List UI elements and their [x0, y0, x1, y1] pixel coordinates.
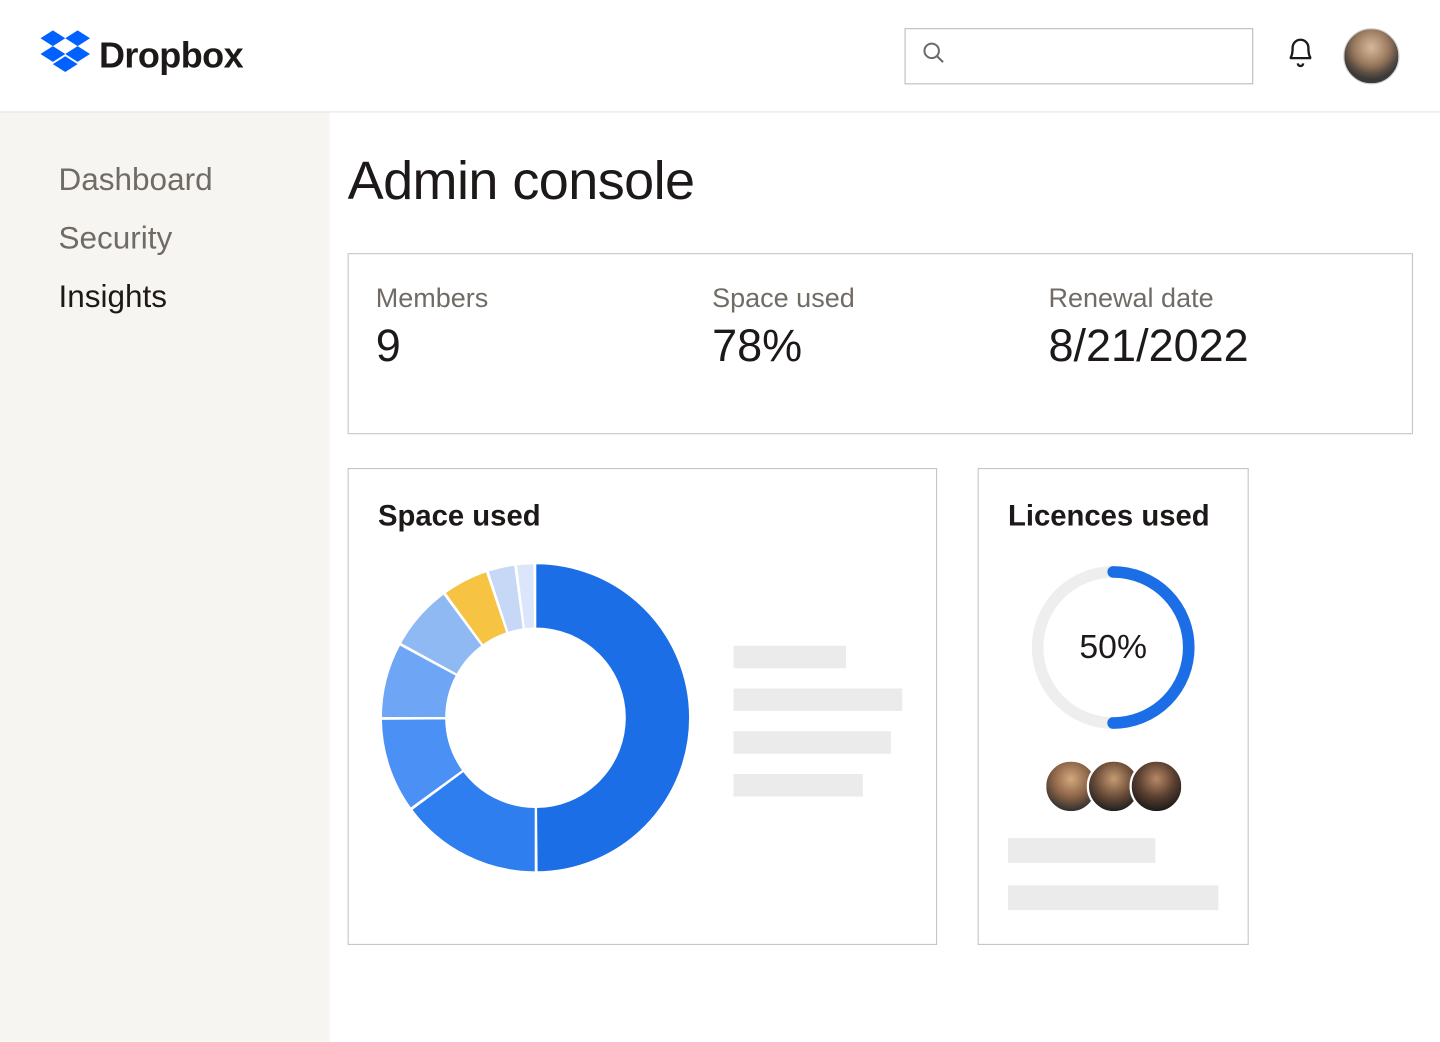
stat-value: 78%	[712, 322, 1048, 373]
main-content: Admin console Members 9 Space used 78% R…	[330, 113, 1440, 1042]
page-title: Admin console	[348, 151, 1413, 213]
space-used-legend-placeholder	[734, 645, 910, 796]
search-box[interactable]	[905, 28, 1254, 84]
sidebar: Dashboard Security Insights	[0, 113, 330, 1042]
stat-label: Renewal date	[1049, 284, 1385, 316]
stat-label: Members	[376, 284, 712, 316]
licences-placeholder	[1008, 838, 1218, 910]
stat-value: 8/21/2022	[1049, 322, 1385, 373]
card-title: Licences used	[1008, 498, 1210, 533]
licences-used-card: Licences used 50%	[978, 468, 1249, 945]
licences-donut-chart: 50%	[1026, 560, 1200, 734]
licence-member-avatars	[1043, 759, 1183, 813]
account-avatar[interactable]	[1343, 28, 1399, 84]
member-avatar[interactable]	[1129, 759, 1183, 813]
summary-stats: Members 9 Space used 78% Renewal date 8/…	[348, 253, 1413, 434]
space-used-donut-chart	[378, 560, 693, 881]
placeholder-bar	[734, 731, 892, 754]
sidebar-item-label: Security	[59, 221, 173, 256]
sidebar-item-label: Dashboard	[59, 162, 213, 197]
stat-space-used: Space used 78%	[712, 284, 1048, 373]
placeholder-bar	[1008, 885, 1218, 910]
sidebar-item-label: Insights	[59, 279, 168, 314]
stat-value: 9	[376, 322, 712, 373]
search-icon	[921, 41, 946, 71]
search-input[interactable]	[957, 44, 1236, 68]
sidebar-item-dashboard[interactable]: Dashboard	[59, 162, 330, 198]
space-used-card: Space used	[348, 468, 938, 945]
placeholder-bar	[734, 773, 863, 796]
placeholder-bar	[734, 688, 903, 711]
brand-name: Dropbox	[99, 35, 243, 77]
stat-members: Members 9	[376, 284, 712, 373]
notifications-button[interactable]	[1285, 37, 1317, 74]
placeholder-bar	[734, 645, 847, 668]
placeholder-bar	[1008, 838, 1155, 863]
app-header: Dropbox	[0, 0, 1440, 113]
card-title: Space used	[378, 498, 907, 533]
dropbox-logo-icon	[41, 30, 91, 81]
stat-label: Space used	[712, 284, 1048, 316]
sidebar-item-insights[interactable]: Insights	[59, 279, 330, 315]
sidebar-item-security[interactable]: Security	[59, 221, 330, 257]
licences-percent-label: 50%	[1026, 560, 1200, 734]
stat-renewal-date: Renewal date 8/21/2022	[1049, 284, 1385, 373]
brand[interactable]: Dropbox	[41, 30, 244, 81]
